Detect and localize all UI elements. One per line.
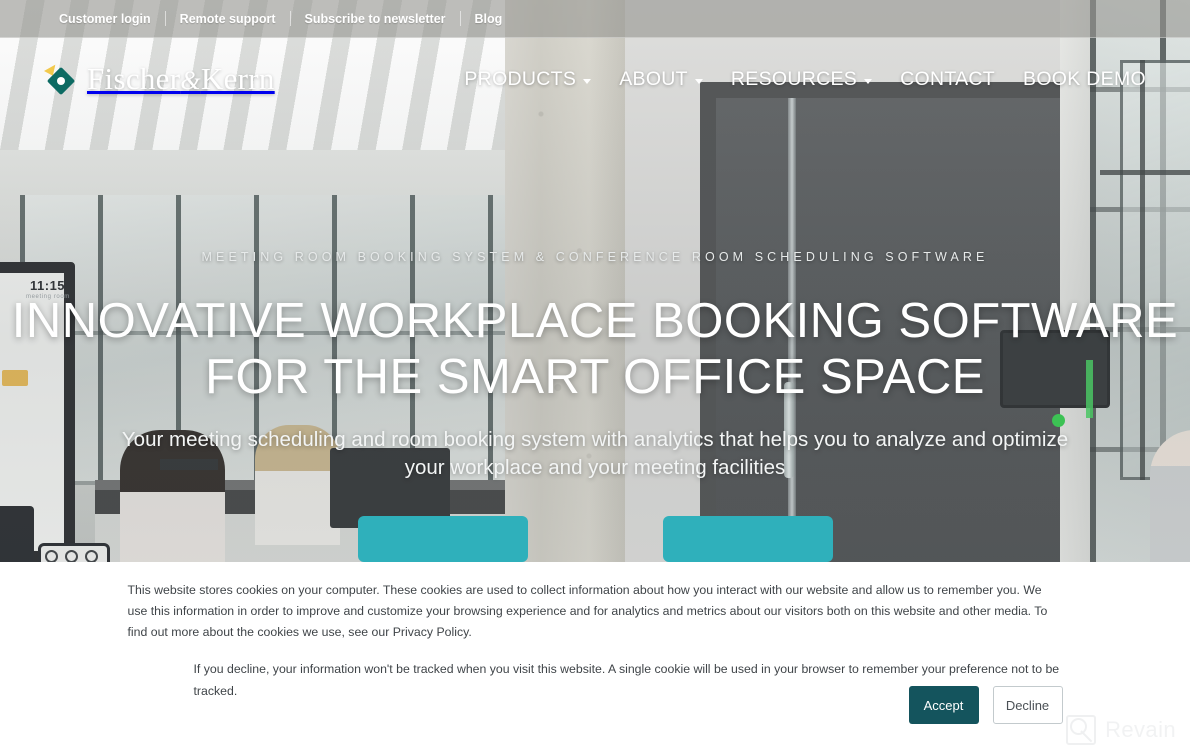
- page-root: 11:15 meeting room Customer login Remote…: [0, 0, 1190, 753]
- topbar-link-subscribe-newsletter[interactable]: Subscribe to newsletter: [291, 12, 460, 26]
- nav-label-contact: CONTACT: [900, 67, 996, 90]
- cookie-text-primary: This website stores cookies on your comp…: [127, 583, 1048, 640]
- nav-label-products: PRODUCTS: [464, 67, 577, 90]
- main-navigation: PRODUCTS ABOUT RESOURCES CONTACT BOOK DE…: [464, 68, 1146, 91]
- hero-headline-line-2: FOR THE SMART OFFICE SPACE: [205, 349, 985, 404]
- site-header: Fischer&Kerrn PRODUCTS ABOUT RESOURCES C…: [0, 38, 1190, 120]
- nav-label-book-demo: BOOK DEMO: [1023, 67, 1146, 90]
- hero-subheading-line-2: your workplace and your meeting faciliti…: [404, 455, 786, 479]
- cookie-decline-button[interactable]: Decline: [992, 686, 1063, 724]
- nav-item-book-demo[interactable]: BOOK DEMO: [1023, 68, 1146, 91]
- hero-eyebrow: MEETING ROOM BOOKING SYSTEM & CONFERENCE…: [201, 250, 989, 264]
- nav-item-products[interactable]: PRODUCTS: [464, 67, 592, 91]
- cookie-consent-banner: This website stores cookies on your comp…: [0, 562, 1190, 753]
- brand-ampersand: &: [180, 66, 201, 95]
- nav-item-resources[interactable]: RESOURCES: [730, 67, 873, 91]
- hero-content: MEETING ROOM BOOKING SYSTEM & CONFERENCE…: [0, 250, 1190, 562]
- nav-item-about[interactable]: ABOUT: [619, 68, 703, 91]
- hero-secondary-cta-button[interactable]: [662, 515, 833, 562]
- revain-watermark: Revain: [1066, 715, 1176, 745]
- chevron-down-icon: [864, 78, 873, 84]
- revain-logo-icon: [1066, 715, 1097, 745]
- utility-links: Customer login Remote support Subscribe …: [45, 11, 516, 26]
- topbar-link-remote-support[interactable]: Remote support: [166, 12, 290, 26]
- revain-watermark-text: Revain: [1105, 717, 1176, 742]
- cookie-banner-inner: This website stores cookies on your comp…: [127, 562, 1063, 724]
- hero-primary-cta-button[interactable]: [357, 515, 528, 562]
- hero-headline-line-1: INNOVATIVE WORKPLACE BOOKING SOFTWARE: [11, 294, 1179, 348]
- hero-subheading-line-1: Your meeting scheduling and room booking…: [121, 427, 1069, 451]
- topbar-link-blog[interactable]: Blog: [461, 12, 517, 26]
- brand-name-part1: Fischer: [87, 61, 181, 96]
- brand-name-part2: Kerrn: [200, 61, 275, 96]
- topbar-link-customer-login[interactable]: Customer login: [45, 12, 165, 26]
- hero-headline: INNOVATIVE WORKPLACE BOOKING SOFTWARE FO…: [0, 294, 1190, 406]
- hero-cta-row: [0, 515, 1190, 562]
- cookie-accept-button[interactable]: Accept: [908, 686, 979, 724]
- nav-item-contact[interactable]: CONTACT: [900, 68, 995, 91]
- utility-topbar: Customer login Remote support Subscribe …: [0, 0, 1190, 38]
- chevron-down-icon: [694, 78, 703, 84]
- nav-label-resources: RESOURCES: [730, 67, 858, 90]
- nav-label-about: ABOUT: [619, 67, 688, 90]
- chevron-down-icon: [583, 78, 592, 84]
- brand-logo-link[interactable]: Fischer&Kerrn: [44, 61, 275, 97]
- brand-wordmark: Fischer&Kerrn: [87, 61, 275, 97]
- hero-subheading: Your meeting scheduling and room booking…: [0, 426, 1190, 482]
- cookie-actions: Accept Decline: [908, 686, 1063, 724]
- fischer-kerrn-diamond-icon: [44, 61, 79, 96]
